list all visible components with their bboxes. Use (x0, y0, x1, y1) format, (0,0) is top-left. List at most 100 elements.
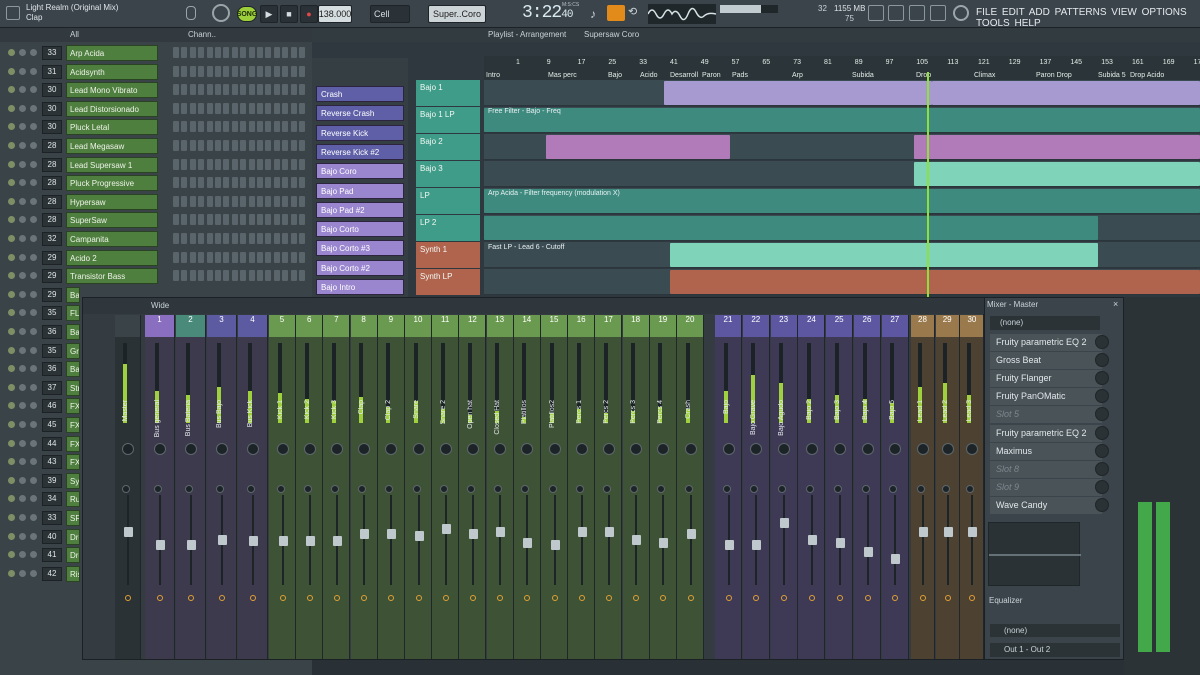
channel-led[interactable] (8, 532, 15, 540)
step-sequencer[interactable] (173, 251, 308, 264)
pattern-item[interactable]: Bajo Intro (316, 279, 404, 295)
pan-knob[interactable] (941, 443, 954, 455)
route-arrow-icon[interactable] (388, 595, 395, 601)
step[interactable] (282, 270, 289, 282)
step[interactable] (181, 140, 188, 151)
step[interactable] (290, 233, 297, 244)
channel-solo-led[interactable] (30, 514, 37, 521)
volume-fader[interactable] (387, 529, 397, 540)
track-lane[interactable] (484, 161, 1200, 187)
step[interactable] (240, 121, 247, 133)
step[interactable] (206, 270, 213, 282)
step[interactable] (299, 47, 305, 58)
fx-slot[interactable]: Wave Candy (990, 496, 1102, 514)
channel-led[interactable] (8, 476, 15, 484)
pan-knob[interactable] (494, 443, 507, 455)
channel-led[interactable] (8, 86, 15, 94)
volume-fader[interactable] (632, 534, 642, 545)
step[interactable] (231, 47, 238, 58)
time-marker[interactable]: Pads (732, 72, 748, 79)
route-arrow-icon[interactable] (469, 595, 476, 601)
fx-slot[interactable]: Gross Beat (990, 352, 1102, 370)
fx-slot-mix-knob[interactable] (1095, 371, 1109, 386)
clip[interactable] (932, 81, 1200, 105)
channel-solo-led[interactable] (30, 365, 37, 373)
route-arrow-icon[interactable] (279, 595, 286, 601)
metronome-icon[interactable]: ♪ (590, 7, 596, 21)
step[interactable] (231, 251, 238, 263)
step[interactable] (206, 84, 213, 96)
route-arrow-icon[interactable] (808, 595, 815, 601)
step[interactable] (231, 65, 238, 77)
step[interactable] (257, 177, 263, 189)
volume-fader[interactable] (919, 527, 928, 538)
channel-led[interactable] (8, 142, 15, 149)
route-arrow-icon[interactable] (219, 595, 225, 601)
pattern-item[interactable]: Bajo Pad #2 (316, 201, 404, 218)
step[interactable] (181, 233, 188, 244)
step[interactable] (231, 177, 238, 189)
pan-knob[interactable] (722, 443, 735, 455)
step[interactable] (223, 177, 230, 189)
channel-name[interactable]: SuperSaw (66, 212, 158, 229)
step[interactable] (173, 140, 179, 151)
route-arrow-icon[interactable] (687, 595, 694, 601)
step[interactable] (282, 233, 289, 244)
track-lane[interactable] (484, 107, 1200, 133)
stereo-knob[interactable] (548, 485, 557, 493)
channel-mute-led[interactable] (19, 402, 26, 410)
channel-led[interactable] (8, 160, 15, 168)
channel-mute-led[interactable] (19, 179, 26, 187)
channel-mixer-track[interactable]: 30 (42, 101, 62, 116)
menu-file[interactable]: FILE (976, 7, 997, 18)
mixer-strip[interactable]: 30 Lead 3 (960, 315, 985, 659)
step[interactable] (290, 270, 297, 282)
pan-knob[interactable] (657, 443, 670, 455)
pattern-item[interactable]: Bajo Coro (316, 163, 404, 180)
mixer-strip[interactable]: 23 Bajo Agudo (770, 315, 798, 659)
menu-add[interactable]: ADD (1029, 7, 1050, 18)
channel-mute-led[interactable] (19, 365, 26, 373)
channel-mute-led[interactable] (19, 86, 26, 94)
step[interactable] (248, 177, 255, 189)
step[interactable] (189, 214, 196, 226)
route-arrow-icon[interactable] (524, 595, 531, 601)
channel-mute-led[interactable] (19, 458, 26, 466)
track-lane[interactable] (484, 80, 1200, 106)
channel-led[interactable] (8, 514, 15, 521)
time-marker[interactable]: Bajo (608, 72, 622, 79)
snap-select[interactable]: Cell (370, 5, 410, 23)
step[interactable] (265, 47, 272, 58)
channel-name[interactable]: Gra (66, 342, 80, 359)
step[interactable] (189, 65, 196, 77)
step[interactable] (290, 47, 297, 58)
mixer-strip[interactable]: 29 Lead 2 (935, 315, 960, 659)
route-arrow-icon[interactable] (333, 595, 340, 601)
channel-solo-led[interactable] (30, 49, 37, 56)
step[interactable] (248, 121, 255, 133)
step[interactable] (282, 102, 289, 114)
stereo-knob[interactable] (630, 485, 639, 493)
channel-led[interactable] (8, 49, 15, 56)
step[interactable] (206, 195, 213, 207)
step[interactable] (273, 140, 280, 151)
power-icon[interactable] (953, 5, 969, 21)
stereo-knob[interactable] (966, 485, 975, 493)
channel-mixer-track[interactable]: 28 (42, 194, 62, 209)
channel-name[interactable]: Acido 2 (66, 249, 158, 266)
route-arrow-icon[interactable] (660, 595, 667, 601)
step[interactable] (240, 158, 247, 170)
channel-solo-led[interactable] (30, 160, 37, 168)
mixer-strip[interactable]: 13 Closed Hat (486, 315, 514, 659)
stereo-knob[interactable] (154, 485, 162, 493)
pattern-item[interactable]: Reverse Crash (316, 105, 404, 122)
step[interactable] (273, 195, 280, 207)
channel-name[interactable]: Drc (66, 528, 80, 545)
step[interactable] (299, 102, 305, 114)
mixer-strip[interactable]: 24 Bajo 2 (798, 315, 826, 659)
mixer-strip[interactable]: 15 Platillos2 (541, 315, 568, 659)
step[interactable] (189, 84, 196, 96)
step[interactable] (189, 158, 196, 170)
channel-led[interactable] (8, 421, 15, 428)
channel-mixer-track[interactable]: 46 (42, 399, 62, 414)
